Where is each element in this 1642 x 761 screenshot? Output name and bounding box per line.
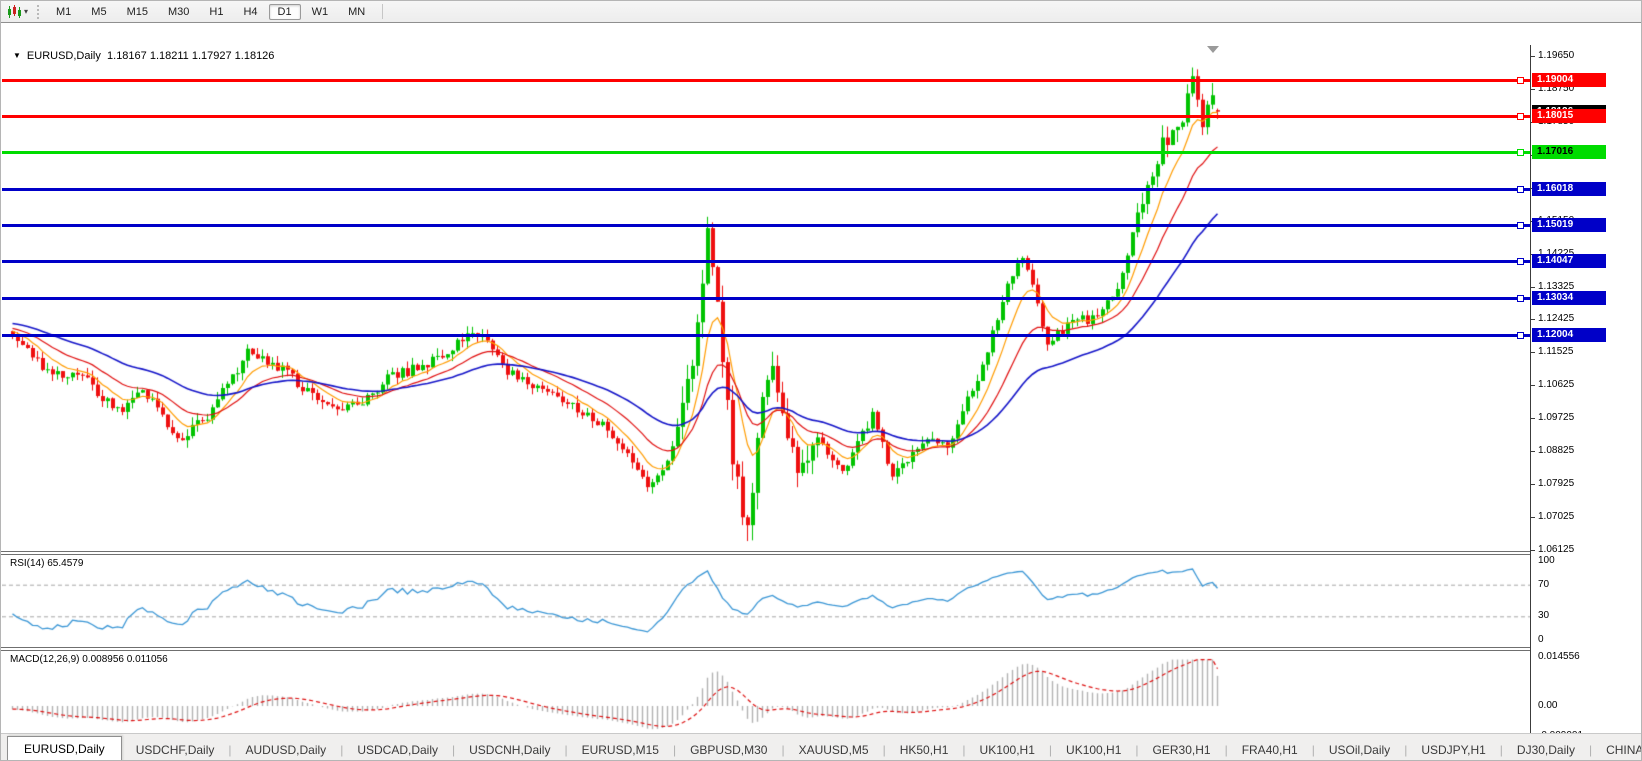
chart-tab-dj30-daily[interactable]: DJ30,Daily <box>1503 739 1589 760</box>
line-anchor-handle[interactable] <box>1517 332 1524 340</box>
price-tick-label: 1.07025 <box>1538 511 1575 523</box>
chart-tab-fra40-h1[interactable]: FRA40,H1 <box>1228 739 1312 760</box>
price-tick-label: 1.10625 <box>1538 379 1575 391</box>
timeframe-button-m15[interactable]: M15 <box>118 4 157 20</box>
price-tick-mark <box>1531 286 1535 288</box>
price-tick-mark <box>1531 56 1535 57</box>
price-level-badge: 1.18015 <box>1532 108 1606 123</box>
line-anchor-handle[interactable] <box>1517 76 1524 84</box>
price-level-badge: 1.13034 <box>1532 290 1606 305</box>
rsi-axis-label: 30 <box>1538 610 1550 622</box>
chart-tab-china300-h4[interactable]: CHINA300,H4 <box>1592 739 1641 760</box>
price-tick-label: 1.19650 <box>1538 50 1575 61</box>
price-tick-label: 1.09725 <box>1538 412 1575 424</box>
price-tick-mark <box>1531 549 1535 551</box>
chart-tab-xauusd-m5[interactable]: XAUUSD,M5 <box>785 739 883 760</box>
timeframe-button-d1[interactable]: D1 <box>268 3 301 20</box>
line-anchor-handle[interactable] <box>1517 222 1524 230</box>
price-level-badge: 1.17016 <box>1532 145 1606 160</box>
macd-axis-label: 0.00 <box>1538 700 1558 711</box>
dropdown-caret-icon: ▾ <box>24 7 29 16</box>
chart-symbol-period: EURUSD,Daily <box>26 50 101 62</box>
chart-shift-marker-icon[interactable] <box>1207 46 1219 53</box>
toolbar-grip-handle[interactable] <box>37 4 42 19</box>
price-tick-label: 1.06125 <box>1538 543 1575 555</box>
price-level-badge: 1.16018 <box>1532 181 1606 196</box>
price-tick-mark <box>1531 352 1535 354</box>
price-tick-mark <box>1531 451 1535 453</box>
rsi-axis-label: 70 <box>1538 578 1550 590</box>
rsi-axis-label: 0 <box>1538 634 1544 645</box>
trading-app-window: ▾ M1 M5 M15 M30 H1 H4 D1 W1 MN ▼ EURUSD,Daily 1.1… <box>0 0 1642 761</box>
price-axis[interactable]: 1.196501.187501.178501.169501.160501.151… <box>1531 45 1641 755</box>
timeframe-button-m30[interactable]: M30 <box>159 4 198 20</box>
rsi-axis-label: 100 <box>1538 555 1555 566</box>
rsi-indicator-canvas[interactable] <box>2 555 1531 647</box>
price-level-badge: 1.14047 <box>1532 253 1606 268</box>
chart-tab-uk100-h1[interactable]: UK100,H1 <box>966 739 1049 760</box>
chart-tabs: EURUSD,Daily USDCHF,Daily | AUDUSD,Daily | US… <box>1 736 1641 760</box>
horizontal-level-line[interactable] <box>2 296 1530 300</box>
price-level-badge: 1.19004 <box>1532 72 1606 87</box>
chart-tab-eurusd-daily[interactable]: EURUSD,Daily <box>7 736 122 760</box>
timeframe-button-h1[interactable]: H1 <box>200 4 232 20</box>
chart-tab-audusd-daily[interactable]: AUDUSD,Daily <box>232 739 341 760</box>
chart-tab-gbpusd-m30[interactable]: GBPUSD,M30 <box>676 739 781 760</box>
toolbar-separator <box>382 4 384 19</box>
horizontal-level-line[interactable] <box>2 187 1530 191</box>
timeframe-button-h4[interactable]: H4 <box>234 4 266 20</box>
rsi-label: RSI(14) 65.4579 <box>10 558 84 569</box>
chart-tab-ger30-h1[interactable]: GER30,H1 <box>1139 739 1225 760</box>
price-tick-mark <box>1531 484 1535 486</box>
line-anchor-handle[interactable] <box>1517 294 1524 302</box>
chart-type-button[interactable]: ▾ <box>1 3 33 21</box>
chart-tab-usoil-daily[interactable]: USOil,Daily <box>1315 739 1404 760</box>
chart-tab-usdcnh-daily[interactable]: USDCNH,Daily <box>455 739 564 760</box>
horizontal-level-line[interactable] <box>2 224 1530 228</box>
chart-tab-usdcad-daily[interactable]: USDCAD,Daily <box>343 739 452 760</box>
horizontal-level-line[interactable] <box>2 334 1530 338</box>
price-tick-mark <box>1531 418 1535 420</box>
chart-tab-uk100-h1[interactable]: UK100,H1 <box>1052 739 1135 760</box>
chart-tab-eurusd-m15[interactable]: EURUSD,M15 <box>568 739 673 760</box>
chart-tab-bar: EURUSD,Daily USDCHF,Daily | AUDUSD,Daily | US… <box>1 733 1641 760</box>
macd-axis-label: 0.014556 <box>1538 650 1580 662</box>
chart-tab-hk50-h1[interactable]: HK50,H1 <box>886 739 963 760</box>
macd-indicator-canvas[interactable] <box>2 651 1531 739</box>
horizontal-level-line[interactable] <box>2 151 1530 155</box>
price-tick-label: 1.08825 <box>1538 445 1575 457</box>
chart-ohlc-quote: 1.18167 1.18211 1.17927 1.18126 <box>107 50 275 62</box>
price-tick-label: 1.07925 <box>1538 478 1575 490</box>
horizontal-level-line[interactable] <box>2 259 1530 263</box>
line-anchor-handle[interactable] <box>1517 149 1524 157</box>
line-anchor-handle[interactable] <box>1517 112 1524 120</box>
line-anchor-handle[interactable] <box>1517 257 1524 265</box>
chart-window: ▼ EURUSD,Daily 1.18167 1.18211 1.17927 1.… <box>1 22 1641 755</box>
price-level-badge: 1.12004 <box>1532 328 1606 343</box>
price-tick-mark <box>1531 88 1535 90</box>
horizontal-level-line[interactable] <box>2 114 1530 118</box>
chart-tab-usdchf-daily[interactable]: USDCHF,Daily <box>122 739 229 760</box>
line-anchor-handle[interactable] <box>1517 185 1524 193</box>
price-tick-mark <box>1531 517 1535 519</box>
timeframe-button-m5[interactable]: M5 <box>82 4 115 20</box>
price-tick-label: 1.11525 <box>1538 346 1574 358</box>
horizontal-level-line[interactable] <box>2 78 1530 82</box>
price-tick-mark <box>1531 385 1535 387</box>
chart-tab-usdjpy-h1[interactable]: USDJPY,H1 <box>1407 739 1499 760</box>
candlestick-chart-icon <box>8 4 21 18</box>
timeframe-button-w1[interactable]: W1 <box>303 4 338 20</box>
price-level-badge: 1.15019 <box>1532 218 1606 233</box>
macd-label: MACD(12,26,9) 0.008956 0.011056 <box>10 654 168 665</box>
price-tick-mark <box>1531 319 1535 321</box>
timeframe-toolbar: ▾ M1 M5 M15 M30 H1 H4 D1 W1 MN <box>1 1 1641 23</box>
timeframe-button-m1[interactable]: M1 <box>47 4 80 20</box>
chart-title: ▼ EURUSD,Daily 1.18167 1.18211 1.17927 1.… <box>13 50 274 62</box>
price-tick-label: 1.12425 <box>1538 313 1575 325</box>
window-menu-icon[interactable]: ▼ <box>13 51 21 60</box>
timeframe-buttons: M1 M5 M15 M30 H1 H4 D1 W1 MN <box>46 3 375 20</box>
timeframe-button-mn[interactable]: MN <box>339 4 374 20</box>
